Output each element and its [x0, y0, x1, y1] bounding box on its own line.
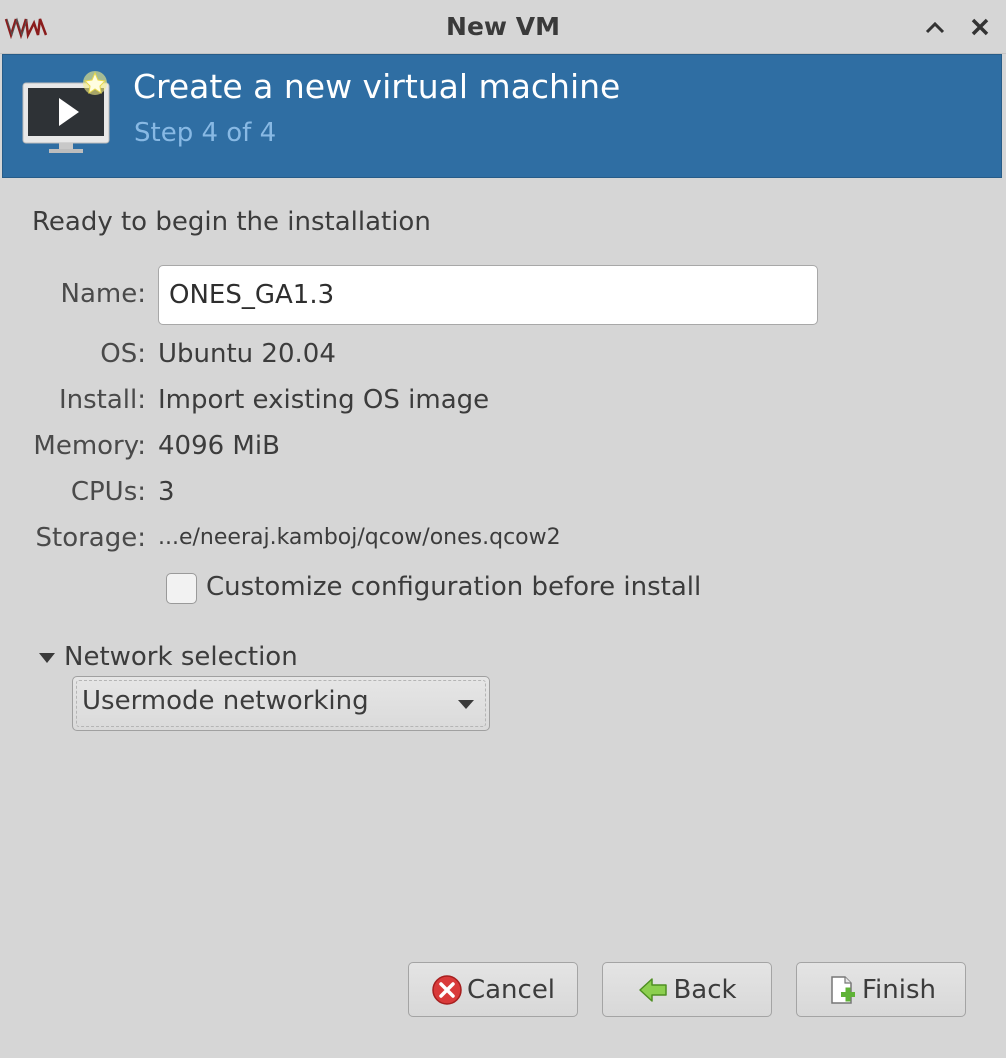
- wizard-heading: Create a new virtual machine: [133, 67, 621, 106]
- os-label: OS:: [100, 339, 146, 369]
- customize-config-checkbox[interactable]: [166, 573, 197, 604]
- window-titlebar[interactable]: New VM: [0, 0, 1006, 54]
- name-label: Name:: [60, 279, 146, 309]
- vm-name-input[interactable]: [158, 265, 818, 325]
- ready-message: Ready to begin the installation: [32, 207, 431, 237]
- storage-label: Storage:: [35, 523, 147, 553]
- chevron-up-icon: [925, 21, 945, 34]
- memory-label: Memory:: [33, 431, 146, 461]
- back-arrow-icon: [639, 977, 668, 1002]
- back-button[interactable]: Back: [602, 962, 772, 1017]
- os-value: Ubuntu 20.04: [158, 339, 336, 369]
- finish-button-label: Finish: [861, 974, 936, 1005]
- new-vm-monitor-icon: [22, 71, 110, 153]
- network-selection-label: Network selection: [64, 642, 298, 672]
- network-source-selected: Usermode networking: [82, 686, 369, 716]
- cancel-icon: [432, 974, 462, 1005]
- expander-triangle-down-icon: [39, 653, 55, 663]
- dropdown-arrow-icon: [458, 700, 474, 709]
- cancel-button-label: Cancel: [466, 974, 556, 1005]
- install-value: Import existing OS image: [158, 385, 490, 415]
- window-title: New VM: [446, 12, 560, 41]
- install-label: Install:: [58, 385, 146, 415]
- maximize-button[interactable]: [920, 12, 950, 42]
- wizard-step-indicator: Step 4 of 4: [134, 118, 277, 148]
- storage-path-value: ...e/neeraj.kamboj/qcow/ones.qcow2: [158, 525, 561, 550]
- cpus-label: CPUs:: [70, 477, 146, 507]
- cancel-button[interactable]: Cancel: [408, 962, 578, 1017]
- wizard-header-banner: Create a new virtual machine Step 4 of 4: [2, 54, 1002, 178]
- close-icon: [971, 18, 989, 36]
- new-document-plus-icon: [831, 975, 855, 1004]
- close-button[interactable]: [965, 12, 995, 42]
- customize-config-label[interactable]: Customize configuration before install: [206, 572, 701, 602]
- cpus-value: 3: [158, 477, 175, 507]
- finish-button[interactable]: Finish: [796, 962, 966, 1017]
- back-button-label: Back: [673, 974, 737, 1005]
- network-selection-expander[interactable]: Network selection: [38, 642, 298, 672]
- network-source-dropdown[interactable]: Usermode networking: [72, 676, 490, 731]
- memory-value: 4096 MiB: [158, 431, 280, 461]
